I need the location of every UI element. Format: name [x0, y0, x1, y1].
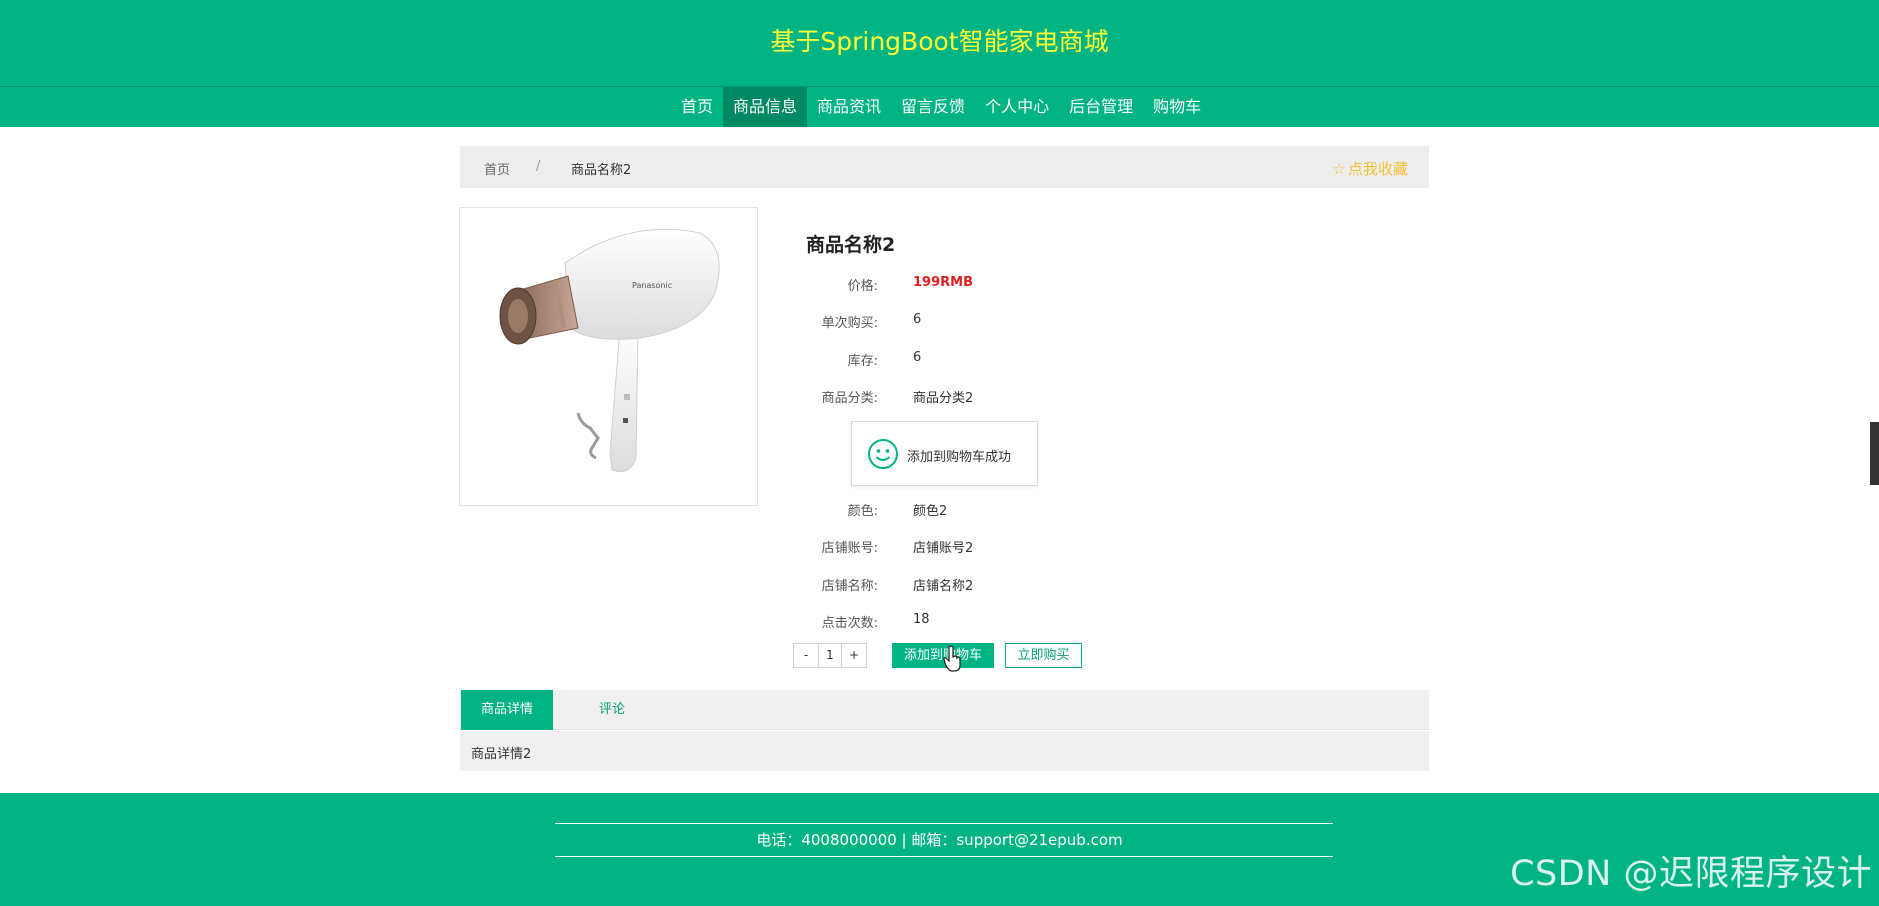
- breadcrumb-home-link[interactable]: 首页: [484, 159, 510, 178]
- hair-dryer-image: Panasonic: [499, 228, 720, 472]
- nav-item-admin[interactable]: 后台管理: [1059, 87, 1143, 127]
- side-floating-tab[interactable]: [1870, 422, 1879, 485]
- attr-per-order: 单次购买: 6: [760, 312, 1080, 332]
- attr-color-value: 颜色2: [913, 504, 948, 519]
- attr-stock: 库存: 6: [760, 350, 1080, 370]
- attr-clicks-value: 18: [913, 612, 930, 627]
- attr-stock-label: 库存:: [847, 354, 878, 369]
- nav-list: 首页 商品信息 商品资讯 留言反馈 个人中心 后台管理 购物车: [671, 87, 1211, 127]
- nav-item-feedback[interactable]: 留言反馈: [891, 87, 975, 127]
- quantity-stepper: - 1 +: [793, 643, 867, 668]
- nav-item-profile[interactable]: 个人中心: [975, 87, 1059, 127]
- footer-divider-bottom: [555, 856, 1333, 857]
- svg-text:Panasonic: Panasonic: [632, 281, 672, 290]
- attr-price-label: 价格:: [847, 279, 878, 294]
- nav-item-news[interactable]: 商品资讯: [807, 87, 891, 127]
- attr-shop-name-value: 店铺名称2: [913, 579, 974, 594]
- breadcrumb-separator: /: [536, 159, 541, 174]
- quantity-input[interactable]: 1: [818, 644, 842, 667]
- product-name: 商品名称2: [806, 234, 896, 256]
- attr-per-order-label: 单次购买:: [821, 316, 878, 331]
- attr-shop-name: 店铺名称: 店铺名称2: [760, 575, 1080, 595]
- attr-category-label: 商品分类:: [821, 391, 878, 406]
- attr-color-label: 颜色:: [847, 504, 878, 519]
- attr-shop-account: 店铺账号: 店铺账号2: [760, 537, 1080, 557]
- attr-category: 商品分类: 商品分类2: [760, 387, 1080, 407]
- tab-content-panel: 商品详情2: [460, 731, 1429, 771]
- favorite-label: 点我收藏: [1347, 160, 1408, 178]
- attr-shop-name-label: 店铺名称:: [821, 579, 878, 594]
- nav-item-home[interactable]: 首页: [671, 87, 723, 127]
- breadcrumb-current: 商品名称2: [571, 163, 632, 178]
- footer-divider-top: [555, 823, 1333, 824]
- nav-item-products[interactable]: 商品信息: [723, 87, 808, 127]
- attr-clicks-label: 点击次数:: [821, 616, 878, 631]
- tab-product-details[interactable]: 商品详情: [461, 690, 553, 730]
- watermark: CSDN @迟限程序设计: [1510, 854, 1872, 894]
- quantity-increment-button[interactable]: +: [842, 644, 866, 667]
- tab-content-text: 商品详情2: [471, 747, 532, 762]
- attr-color: 颜色: 颜色2: [760, 500, 1080, 520]
- attr-stock-value: 6: [913, 350, 922, 365]
- main-nav: 首页 商品信息 商品资讯 留言反馈 个人中心 后台管理 购物车: [0, 87, 1879, 127]
- attr-price-value: 199RMB: [913, 275, 973, 290]
- site-header: 基于SpringBoot智能家电商城: [0, 0, 1879, 87]
- site-footer: 电话：4008000000 | 邮箱：support@21epub.com CS…: [0, 793, 1879, 906]
- nav-item-cart[interactable]: 购物车: [1143, 87, 1211, 127]
- attr-shop-account-label: 店铺账号:: [821, 541, 878, 556]
- tab-comments[interactable]: 评论: [577, 690, 647, 730]
- buy-now-button[interactable]: 立即购买: [1005, 643, 1082, 668]
- attr-shop-account-value: 店铺账号2: [913, 541, 974, 556]
- toast-notification: 添加到购物车成功: [851, 421, 1038, 486]
- product-image: Panasonic: [459, 207, 758, 506]
- quantity-decrement-button[interactable]: -: [794, 644, 818, 667]
- detail-tabs: 商品详情 评论: [460, 690, 1429, 730]
- smile-icon: [868, 439, 898, 469]
- favorite-button[interactable]: ☆ 点我收藏: [1333, 158, 1408, 179]
- site-title: 基于SpringBoot智能家电商城: [770, 27, 1109, 56]
- attr-clicks: 点击次数: 18: [760, 612, 1080, 632]
- toast-message: 添加到购物车成功: [907, 450, 1012, 465]
- attr-price: 价格: 199RMB: [760, 275, 1080, 295]
- attr-category-value: 商品分类2: [913, 391, 974, 406]
- attr-per-order-value: 6: [913, 312, 922, 327]
- star-icon: ☆: [1332, 160, 1346, 178]
- breadcrumb: 首页 / 商品名称2 ☆ 点我收藏: [460, 146, 1429, 188]
- hand-cursor-icon: [943, 645, 961, 672]
